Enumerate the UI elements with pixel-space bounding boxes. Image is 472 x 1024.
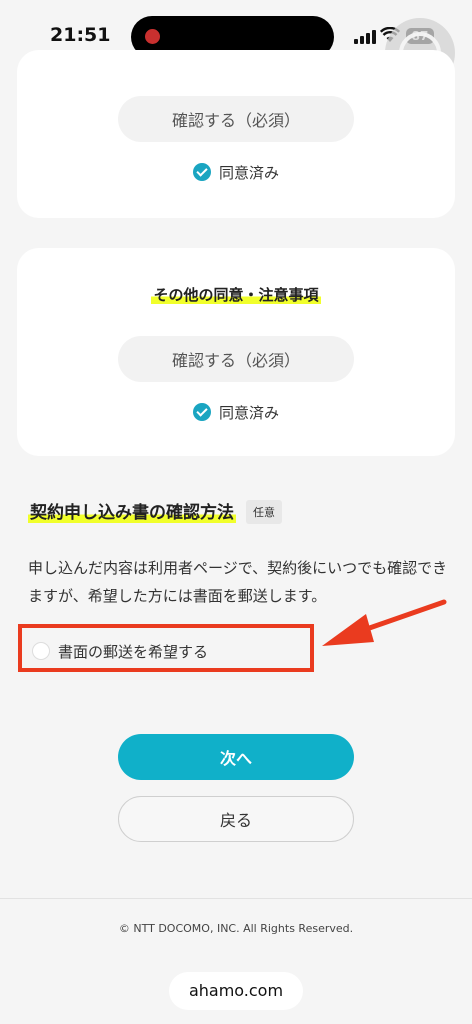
check-circle-icon <box>192 163 211 181</box>
browser-url-bar[interactable]: ahamo.com <box>169 972 303 1010</box>
agreed-status: 同意済み <box>17 162 455 183</box>
card-title: その他の同意・注意事項 <box>17 284 455 305</box>
footer-divider <box>0 898 472 899</box>
confirm-required-button[interactable]: 確認する（必須） <box>118 336 354 382</box>
agreed-label: 同意済み <box>218 164 279 182</box>
cellular-signal-icon <box>354 30 376 44</box>
other-consent-title: その他の同意・注意事項 <box>151 286 321 304</box>
section-title-text: 契約申し込み書の確認方法 <box>28 503 236 523</box>
mail-document-radio[interactable] <box>32 642 50 660</box>
confirm-required-button[interactable]: 確認する（必須） <box>118 96 354 142</box>
optional-badge: 任意 <box>246 500 282 524</box>
copyright-text: © NTT DOCOMO, INC. All Rights Reserved. <box>118 922 354 935</box>
next-button[interactable]: 次へ <box>118 734 354 780</box>
recording-indicator-icon <box>145 29 160 44</box>
section-title: 契約申し込み書の確認方法 任意 <box>28 498 282 524</box>
annotation-arrow-icon <box>322 599 447 646</box>
agreed-label: 同意済み <box>218 404 279 422</box>
mail-document-label: 書面の郵送を希望する <box>58 643 209 661</box>
check-circle-icon <box>192 403 211 421</box>
mail-document-option[interactable]: 書面の郵送を希望する <box>18 624 314 672</box>
agreed-status: 同意済み <box>17 402 455 423</box>
agreement-card-2: その他の同意・注意事項 確認する（必須） 同意済み <box>17 248 455 456</box>
agreement-card-1: 確認する（必須） 同意済み <box>17 50 455 218</box>
back-button[interactable]: 戻る <box>118 796 354 842</box>
status-time: 21:51 <box>50 24 111 46</box>
